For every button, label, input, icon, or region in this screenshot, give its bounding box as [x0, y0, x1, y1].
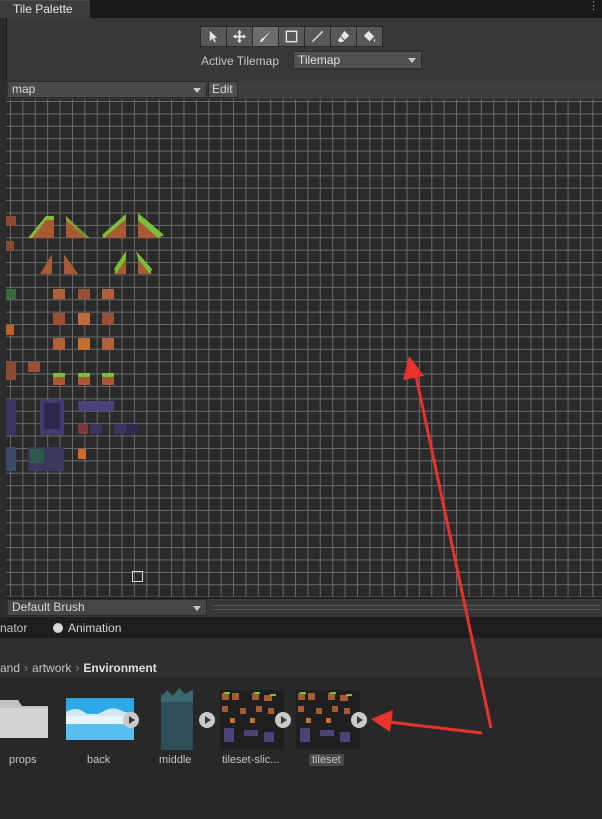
palette-value: map — [12, 82, 36, 96]
tile-blocks — [6, 289, 114, 350]
asset-label: tileset-slic... — [222, 754, 280, 766]
picker-icon — [311, 30, 324, 43]
tool-buttons — [200, 26, 383, 48]
folder-icon — [0, 700, 48, 738]
asset-props[interactable] — [0, 688, 50, 743]
middle-thumbnail — [161, 688, 193, 750]
select-icon — [209, 30, 218, 43]
paintbrush-icon — [259, 30, 272, 43]
clock-icon — [53, 623, 63, 633]
project-toolbar — [0, 638, 602, 659]
chevron-down-icon — [193, 88, 201, 93]
window-tab-bar — [0, 0, 602, 18]
expand-middle-icon[interactable] — [199, 712, 215, 728]
box-fill-icon — [285, 30, 298, 43]
tile-cursor — [132, 571, 143, 582]
box-fill-tool-button[interactable] — [278, 26, 305, 47]
chevron-down-icon — [193, 606, 201, 611]
breadcrumb-item[interactable]: artwork — [32, 661, 71, 675]
tile-slopes-row2 — [6, 241, 152, 274]
select-tool-button[interactable] — [200, 26, 227, 47]
expand-back-icon[interactable] — [123, 712, 139, 728]
chevron-right-icon: › — [75, 660, 80, 675]
tab-animation[interactable]: Animation — [53, 619, 121, 637]
move-tool-button[interactable] — [226, 26, 253, 47]
fill-icon — [363, 30, 376, 43]
paintbrush-tool-button[interactable] — [252, 26, 279, 47]
asset-label-selected: tileset — [309, 754, 344, 766]
asset-label: props — [9, 754, 37, 766]
edit-palette-button[interactable]: Edit — [208, 81, 238, 98]
picker-tool-button[interactable] — [304, 26, 331, 47]
eraser-tool-button[interactable] — [330, 26, 357, 47]
expand-tileset-icon[interactable] — [351, 712, 367, 728]
tile-grass-row — [6, 362, 114, 385]
breadcrumb: and › artwork › Environment — [0, 658, 602, 677]
tab-animation-label: Animation — [68, 621, 122, 635]
tile-palette-grid[interactable] — [6, 99, 602, 597]
palette-dropdown[interactable]: map — [7, 81, 207, 98]
asset-label: back — [87, 754, 111, 766]
brush-dropdown[interactable]: Default Brush — [7, 599, 207, 616]
palette-tiles — [6, 213, 164, 471]
window-menu-icon[interactable]: ⋮ — [588, 1, 599, 12]
tile-slopes-row1 — [6, 213, 164, 238]
tile-purple-set — [6, 399, 138, 471]
chevron-down-icon — [408, 58, 416, 63]
active-tilemap-value: Tilemap — [298, 53, 341, 67]
breadcrumb-current[interactable]: Environment — [83, 661, 156, 675]
breadcrumb-item[interactable]: and — [0, 661, 20, 675]
palette-header-spacer — [238, 81, 602, 98]
active-tilemap-dropdown[interactable]: Tilemap — [293, 51, 422, 69]
brush-value: Default Brush — [12, 600, 85, 614]
tab-tile-palette[interactable]: Tile Palette — [0, 0, 90, 18]
fill-tool-button[interactable] — [356, 26, 383, 47]
asset-middle[interactable] — [161, 688, 193, 753]
eraser-icon — [337, 30, 350, 43]
expand-tileset-sliced-icon[interactable] — [275, 712, 291, 728]
chevron-right-icon: › — [24, 660, 29, 675]
tab-animator[interactable]: nator — [0, 619, 27, 637]
brush-resize-handle[interactable] — [212, 605, 600, 610]
asset-label: middle — [159, 754, 192, 766]
active-tilemap-label: Active Tilemap — [201, 54, 280, 68]
move-icon — [232, 29, 247, 44]
